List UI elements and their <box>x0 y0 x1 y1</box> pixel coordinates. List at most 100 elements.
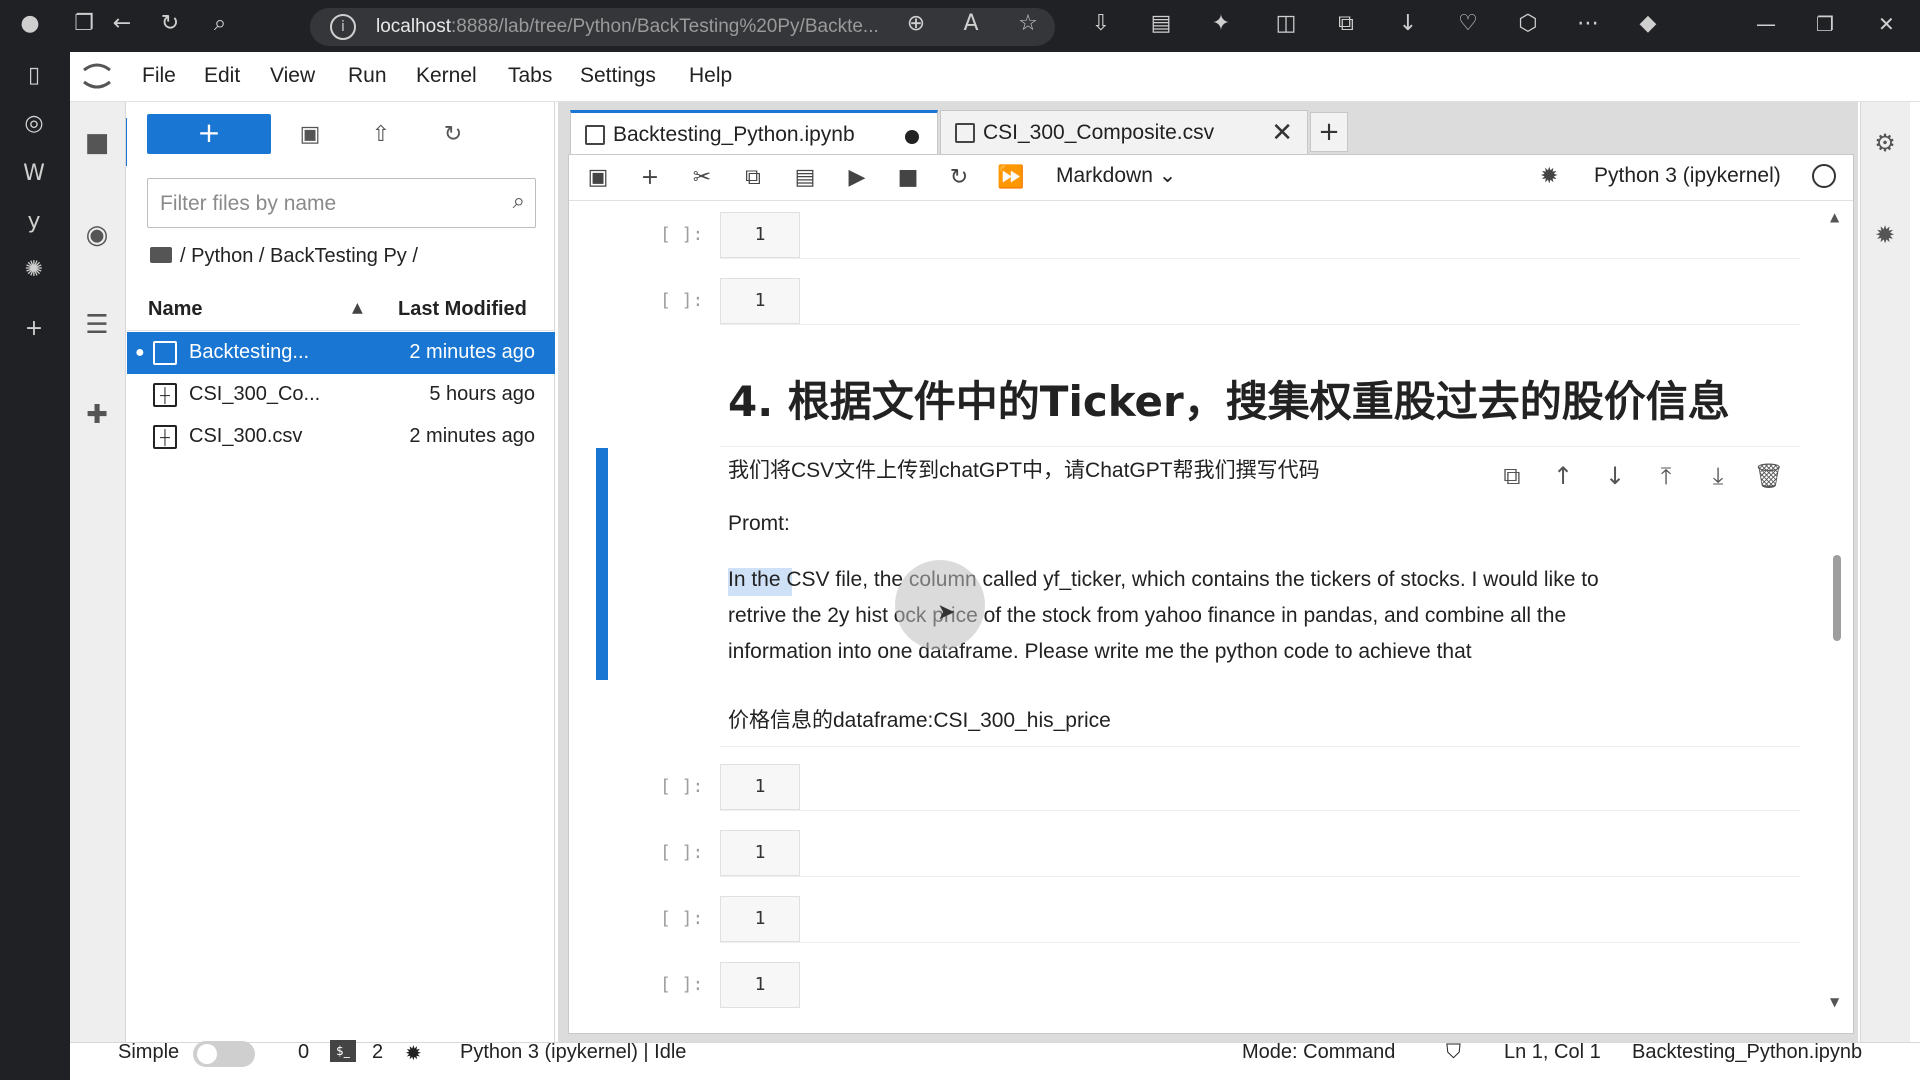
markdown-text[interactable]: information into one dataframe. Please w… <box>728 640 1472 664</box>
run-all-icon[interactable]: ⏩ <box>996 163 1026 193</box>
profile-icon[interactable]: ● <box>14 10 46 38</box>
unsaved-dot-icon[interactable] <box>905 130 919 144</box>
code-cell[interactable]: 1 <box>720 830 800 876</box>
close-icon[interactable]: ✕ <box>1271 117 1293 148</box>
terminals-count[interactable]: 0 <box>298 1041 309 1064</box>
tab-list-icon[interactable]: ▯ <box>18 62 50 90</box>
code-cell[interactable]: 1 <box>720 764 800 810</box>
file-browser-icon[interactable]: ■ <box>80 126 114 160</box>
save-icon[interactable]: ▣ <box>583 163 613 193</box>
delete-cell-icon[interactable]: 🗑 <box>1753 460 1785 492</box>
menu-run[interactable]: Run <box>348 64 387 88</box>
toggle-knob[interactable] <box>197 1044 217 1064</box>
add-tab-button[interactable]: + <box>1310 112 1348 152</box>
yahoo-tab-icon[interactable]: y <box>18 208 50 236</box>
table-of-contents-icon[interactable]: ☰ <box>80 308 114 342</box>
column-name[interactable]: Name <box>148 298 202 321</box>
running-terminals-icon[interactable]: ◉ <box>80 218 114 252</box>
menu-edit[interactable]: Edit <box>204 64 240 88</box>
kernel-status-text[interactable]: Python 3 (ipykernel) | Idle <box>460 1041 686 1064</box>
duplicate-cell-icon[interactable]: ⧉ <box>1496 460 1528 492</box>
print-icon[interactable]: ▤ <box>1145 10 1177 38</box>
new-launcher-button[interactable]: + <box>147 114 271 154</box>
trusted-icon[interactable]: ⛉ <box>1446 1041 1461 1064</box>
file-row[interactable]: ● Backtesting... 2 minutes ago <box>127 332 555 374</box>
cell-type-select[interactable]: Markdown ⌄ <box>1056 163 1176 188</box>
file-row[interactable]: ┼ CSI_300_Co... 5 hours ago <box>127 374 555 416</box>
performance-icon[interactable]: ♡ <box>1452 10 1484 38</box>
read-aloud-icon[interactable]: A <box>955 10 987 38</box>
stop-icon[interactable]: ■ <box>893 163 923 193</box>
run-icon[interactable]: ▶ <box>842 163 872 193</box>
menu-file[interactable]: File <box>142 64 176 88</box>
menu-view[interactable]: View <box>270 64 315 88</box>
paste-icon[interactable]: ▤ <box>790 163 820 193</box>
extension-manager-icon[interactable]: ✚ <box>80 398 114 432</box>
copilot-icon[interactable]: ◆ <box>1632 10 1664 38</box>
favorite-icon[interactable]: ☆ <box>1012 10 1044 38</box>
scroll-down-icon[interactable]: ▼ <box>1830 995 1839 1009</box>
file-name[interactable]: CSI_300.csv <box>189 425 302 448</box>
address-text[interactable]: localhost:8888/lab/tree/Python/BackTesti… <box>376 16 886 38</box>
chatgpt-tab-icon[interactable]: ✺ <box>18 256 50 284</box>
extensions-icon[interactable]: ✦ <box>1205 10 1237 38</box>
restore-icon[interactable]: ❐ <box>1816 12 1834 36</box>
column-last-modified[interactable]: Last Modified <box>398 298 527 321</box>
markdown-text[interactable]: In the CSV file, the column called yf_ti… <box>728 568 1599 592</box>
property-inspector-icon[interactable]: ⚙ <box>1870 128 1900 158</box>
site-info-icon[interactable]: i <box>330 14 356 40</box>
sort-ascending-icon[interactable]: ▲ <box>352 300 363 316</box>
file-name[interactable]: CSI_300_Co... <box>189 383 320 406</box>
tab-actions-icon[interactable]: ❐ <box>68 10 100 38</box>
breadcrumb[interactable]: / Python / BackTesting Py / <box>150 245 418 268</box>
file-name[interactable]: Backtesting... <box>189 341 309 364</box>
markdown-text[interactable]: 我们将CSV文件上传到chatGPT中，请ChatGPT帮我们撰写代码 <box>728 454 1320 484</box>
back-icon[interactable]: ← <box>106 10 138 38</box>
tab-notebook[interactable]: Backtesting_Python.ipynb <box>570 110 938 154</box>
new-folder-icon[interactable]: ▣ <box>295 120 325 150</box>
code-cell[interactable]: 1 <box>720 896 800 942</box>
terminal-icon[interactable]: $_ <box>330 1040 356 1062</box>
code-cell[interactable]: 1 <box>720 212 800 258</box>
upload-icon[interactable]: ⇧ <box>366 120 396 150</box>
browser-essentials-icon[interactable]: ⬡ <box>1512 10 1544 38</box>
download-app-icon[interactable]: ⇩ <box>1085 10 1117 38</box>
close-window-icon[interactable]: ✕ <box>1878 12 1895 36</box>
refresh-files-icon[interactable]: ↻ <box>438 120 468 150</box>
debugger-icon[interactable]: ✹ <box>1540 164 1558 189</box>
file-row[interactable]: ┼ CSI_300.csv 2 minutes ago <box>127 416 555 458</box>
search-icon[interactable]: ⌕ <box>204 10 236 38</box>
collections-icon[interactable]: ⧉ <box>1330 10 1362 38</box>
filter-files-input[interactable] <box>160 189 480 219</box>
breadcrumb-path[interactable]: / Python / BackTesting Py / <box>180 245 418 267</box>
menu-help[interactable]: Help <box>689 64 732 88</box>
downloads-icon[interactable]: ↓ <box>1392 10 1424 38</box>
refresh-icon[interactable]: ↻ <box>154 10 186 38</box>
folder-icon[interactable] <box>150 247 172 263</box>
code-cell[interactable]: 1 <box>720 962 800 1008</box>
insert-cell-icon[interactable]: + <box>635 163 665 193</box>
vertical-scrollbar[interactable] <box>1833 555 1841 641</box>
insert-above-icon[interactable]: ⤒ <box>1650 460 1682 492</box>
insert-below-icon[interactable]: ⤓ <box>1702 460 1734 492</box>
markdown-text[interactable]: 价格信息的dataframe:CSI_300_his_price <box>728 704 1111 734</box>
kernels-count[interactable]: 2 <box>372 1041 383 1064</box>
markdown-text[interactable]: Promt: <box>728 512 790 536</box>
jupyter-tab-icon[interactable]: ◎ <box>18 110 50 138</box>
code-cell[interactable]: 1 <box>720 278 800 324</box>
debugger-sidebar-icon[interactable]: ✹ <box>1870 220 1900 250</box>
cell-type-label[interactable]: Markdown <box>1056 164 1153 187</box>
restart-icon[interactable]: ↻ <box>944 163 974 193</box>
scroll-up-icon[interactable]: ▲ <box>1830 210 1839 224</box>
more-icon[interactable]: ⋯ <box>1572 10 1604 38</box>
split-screen-icon[interactable]: ◫ <box>1270 10 1302 38</box>
word-tab-icon[interactable]: W <box>18 160 50 188</box>
markdown-text[interactable]: retrive the 2y hist ock price of the sto… <box>728 604 1566 628</box>
minimize-icon[interactable]: — <box>1756 12 1776 36</box>
menu-settings[interactable]: Settings <box>580 64 656 88</box>
tab-label[interactable]: CSI_300_Composite.csv <box>983 121 1214 145</box>
menu-kernel[interactable]: Kernel <box>416 64 477 88</box>
copy-icon[interactable]: ⧉ <box>738 163 768 193</box>
menu-tabs[interactable]: Tabs <box>508 64 552 88</box>
cursor-position[interactable]: Ln 1, Col 1 <box>1504 1041 1601 1064</box>
